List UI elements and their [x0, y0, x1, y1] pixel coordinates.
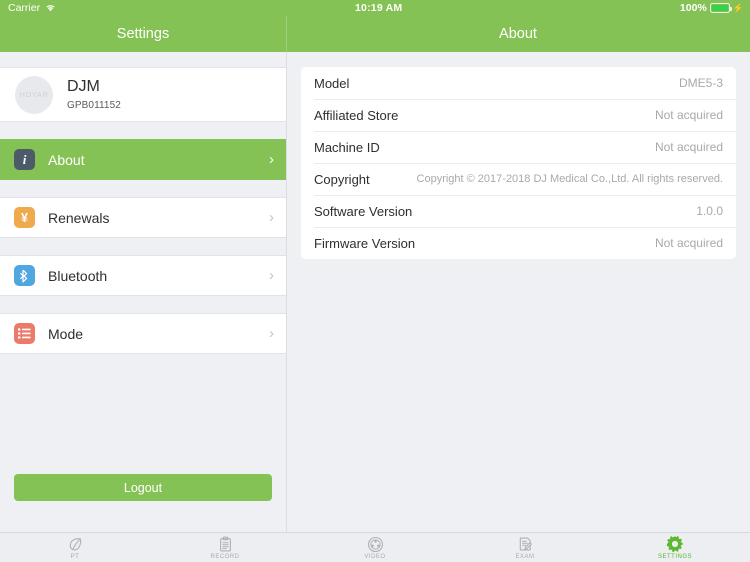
charging-bolt-icon: ⚡	[732, 2, 744, 13]
about-row-value: DME5-3	[678, 76, 723, 90]
about-row-machine-id: Machine ID Not acquired	[301, 131, 736, 163]
about-row-software-version: Software Version 1.0.0	[301, 195, 736, 227]
status-bar: Carrier 10:19 AM 100% ⚡	[0, 0, 750, 16]
sidebar-item-about[interactable]: i About ›	[0, 139, 286, 180]
bottom-tab-bar: PT RECORD VIDEO EXAM SETTINGS	[0, 532, 750, 562]
info-icon: i	[14, 149, 35, 170]
settings-menu: i About › ¥ Renewals › Bluetooth › Mode …	[0, 139, 286, 371]
wifi-icon	[45, 4, 56, 12]
sidebar-item-mode[interactable]: Mode ›	[0, 313, 286, 354]
gear-icon	[666, 535, 684, 553]
sidebar-item-bluetooth[interactable]: Bluetooth ›	[0, 255, 286, 296]
settings-title: Settings	[116, 26, 170, 42]
about-row-value: Copyright © 2017-2018 DJ Medical Co.,Ltd…	[416, 173, 723, 185]
settings-sidebar: HOYAR DJM GPB011152 i About › ¥ Renewals…	[0, 52, 286, 532]
avatar-label: HOYAR	[19, 90, 49, 99]
about-row-model: Model DME5-3	[301, 67, 736, 99]
chevron-right-icon: ›	[269, 267, 274, 284]
about-row-key: Firmware Version	[314, 235, 416, 251]
tab-label: PT	[70, 553, 80, 560]
profile-id: GPB011152	[67, 99, 121, 111]
tab-label: VIDEO	[364, 553, 386, 560]
document-edit-icon	[517, 536, 534, 553]
carrier-label: Carrier	[8, 2, 41, 14]
chevron-right-icon: ›	[269, 209, 274, 226]
avatar: HOYAR	[15, 75, 53, 114]
about-title: About	[499, 26, 537, 42]
list-icon	[14, 323, 35, 344]
settings-navbar: Settings	[0, 16, 286, 52]
film-reel-icon	[367, 536, 384, 553]
app-screen: Carrier 10:19 AM 100% ⚡ Settings About H…	[0, 0, 750, 562]
profile-name: DJM	[67, 78, 100, 96]
about-row-key: Copyright	[314, 171, 370, 187]
clock-label: 10:19 AM	[355, 2, 403, 14]
sidebar-item-label: About	[48, 151, 85, 168]
about-row-key: Model	[314, 75, 350, 91]
sidebar-item-label: Mode	[48, 325, 84, 342]
logout-button[interactable]: Logout	[14, 474, 272, 501]
status-battery-group: 100% ⚡	[680, 2, 744, 14]
about-row-value: 1.0.0	[696, 204, 723, 218]
battery-icon	[709, 3, 732, 13]
about-row-key: Machine ID	[314, 139, 380, 155]
bluetooth-icon	[14, 265, 35, 286]
tab-record[interactable]: RECORD	[150, 536, 300, 560]
tab-video[interactable]: VIDEO	[300, 536, 450, 560]
about-row-firmware-version: Firmware Version Not acquired	[301, 227, 736, 259]
tab-label: EXAM	[515, 553, 535, 560]
about-row-key: Affiliated Store	[314, 107, 399, 123]
about-row-value: Not acquired	[654, 140, 723, 154]
sidebar-item-renewals[interactable]: ¥ Renewals ›	[0, 197, 286, 238]
about-row-key: Software Version	[314, 203, 413, 219]
profile-text: DJM GPB011152	[67, 78, 121, 110]
profile-card[interactable]: HOYAR DJM GPB011152	[0, 67, 286, 122]
about-row-copyright: Copyright Copyright © 2017-2018 DJ Medic…	[301, 163, 736, 195]
about-card: Model DME5-3 Affiliated Store Not acquir…	[301, 67, 736, 259]
clipboard-icon	[217, 536, 234, 553]
tab-settings[interactable]: SETTINGS	[600, 535, 750, 560]
sidebar-item-label: Bluetooth	[48, 267, 108, 284]
chevron-right-icon: ›	[269, 151, 274, 168]
sidebar-item-label: Renewals	[48, 209, 110, 226]
about-panel: Model DME5-3 Affiliated Store Not acquir…	[287, 52, 750, 532]
about-row-value: Not acquired	[654, 108, 723, 122]
about-navbar: About	[286, 16, 750, 52]
tab-label: RECORD	[210, 553, 240, 560]
tab-label: SETTINGS	[657, 554, 692, 560]
navbar-divider	[286, 16, 287, 52]
chevron-right-icon: ›	[269, 325, 274, 342]
battery-percent-label: 100%	[679, 2, 707, 14]
leaf-icon	[67, 536, 84, 553]
tab-exam[interactable]: EXAM	[450, 536, 600, 560]
about-row-value: Not acquired	[654, 236, 723, 250]
about-row-affiliated-store: Affiliated Store Not acquired	[301, 99, 736, 131]
status-carrier-group: Carrier	[8, 2, 56, 14]
currency-yen-icon: ¥	[14, 207, 35, 228]
tab-pt[interactable]: PT	[0, 536, 150, 560]
